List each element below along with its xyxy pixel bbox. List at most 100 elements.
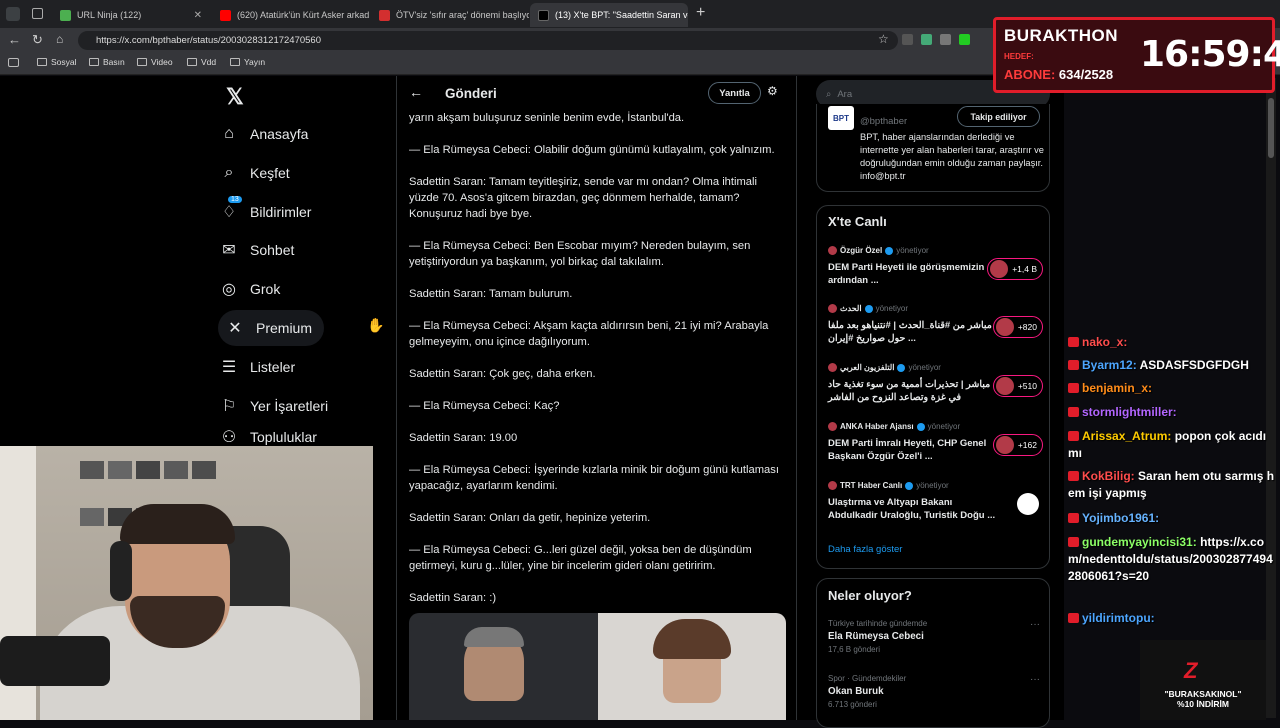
chat-username[interactable]: gundemyayincisi31: bbox=[1082, 535, 1197, 549]
profile-handle[interactable]: @bpthaber bbox=[860, 116, 907, 127]
post-line: Sadettin Saran: Çok geç, daha erken. bbox=[409, 368, 596, 380]
nav-item-messages[interactable]: ✉ Sohbet bbox=[220, 232, 294, 268]
stream-chat: nako_x: Byarm12: ASDASFSDGFDGH benjamin_x… bbox=[1064, 76, 1280, 720]
bookmark-folder-sosyal[interactable]: Sosyal bbox=[37, 57, 77, 67]
close-tab-icon[interactable]: ✕ bbox=[194, 10, 202, 21]
live-listeners-pill[interactable]: +162 bbox=[992, 434, 1043, 456]
broadcaster-avatar-icon bbox=[828, 304, 837, 313]
post-line: — Ela Rümeysa Cebeci: İşyerinde kızlarla… bbox=[409, 464, 779, 492]
trt-logo-icon[interactable] bbox=[1017, 493, 1039, 515]
chat-message: nako_x: bbox=[1068, 334, 1278, 351]
broadcaster-name: ANKA Haber Ajansı bbox=[840, 422, 914, 431]
tab-label: URL Ninja (122) bbox=[77, 10, 142, 20]
more-options-icon[interactable]: ··· bbox=[1030, 619, 1040, 630]
url-text: https://x.com/bpthaber/status/2003028312… bbox=[96, 35, 322, 46]
nav-item-explore[interactable]: ⌕ Keşfet bbox=[220, 155, 290, 191]
extensions-icons[interactable] bbox=[902, 34, 992, 46]
trend-item[interactable]: Spor · Gündemdekiler Okan Buruk 6.713 gö… bbox=[828, 674, 1042, 709]
chat-username[interactable]: Yojimbo1961: bbox=[1082, 511, 1159, 525]
nav-item-premium[interactable]: ✕ Premium bbox=[218, 310, 325, 346]
nav-label: Yer İşaretleri bbox=[250, 398, 329, 414]
x-icon: ✕ bbox=[228, 320, 242, 337]
bookmark-folder-basin[interactable]: Basın bbox=[89, 57, 125, 67]
chat-badge-icon bbox=[1068, 613, 1079, 623]
reload-icon[interactable]: ↻ bbox=[32, 32, 43, 48]
verified-badge-icon bbox=[897, 363, 906, 372]
following-button[interactable]: Takip ediliyor bbox=[957, 106, 1040, 127]
nav-item-communities[interactable]: ⚇ Topluluklar bbox=[220, 427, 317, 447]
favorite-star-icon[interactable]: ☆ bbox=[878, 32, 889, 46]
broadcaster-name: الحدث bbox=[840, 304, 862, 313]
sidebar-toggle-icon[interactable] bbox=[8, 58, 19, 67]
chat-badge-icon bbox=[1068, 360, 1079, 370]
chat-username[interactable]: Arissax_Atrum: bbox=[1082, 429, 1171, 443]
bookmark-folder-vdd[interactable]: Vdd bbox=[187, 57, 216, 67]
post-image-right[interactable] bbox=[598, 613, 786, 720]
chat-message: KokBilig: Saran hem otu sarmış hem işi y… bbox=[1068, 468, 1278, 502]
chat-username[interactable]: stormlightmiller: bbox=[1082, 405, 1177, 419]
live-item[interactable]: TRT Haber Canlı yönetiyor Ulaştırma ve Alt… bbox=[828, 481, 1043, 522]
nav-item-home[interactable]: ⌂ Anasayfa bbox=[220, 116, 308, 152]
news-favicon bbox=[379, 9, 390, 21]
nav-item-grok[interactable]: ◎ Grok bbox=[220, 271, 280, 307]
trend-count: 6.713 gönderi bbox=[828, 700, 877, 709]
live-item[interactable]: Özgür Özel yönetiyor DEM Parti Heyeti ile … bbox=[828, 246, 1043, 287]
chat-username[interactable]: KokBilig: bbox=[1082, 469, 1135, 483]
x-logo-icon[interactable]: 𝕏 bbox=[226, 84, 244, 110]
trend-item[interactable]: Türkiye tarihinde gündemde Ela Rümeysa C… bbox=[828, 619, 1042, 654]
url-field[interactable]: https://x.com/bpthaber/status/2003028312… bbox=[78, 31, 898, 50]
nav-item-bookmarks[interactable]: ⚐ Yer İşaretleri bbox=[220, 388, 328, 424]
live-item[interactable]: ANKA Haber Ajansı yönetiyor DEM Parti İmra… bbox=[828, 422, 1043, 463]
browser-tab-4-active[interactable]: (13) X'te BPT: "Saadettin Saran ve ... ✕ bbox=[530, 3, 688, 27]
chat-badge-icon bbox=[1068, 431, 1079, 441]
new-tab-icon[interactable]: + bbox=[696, 4, 705, 22]
folder-icon bbox=[89, 58, 99, 66]
live-broadcaster: Özgür Özel yönetiyor bbox=[828, 246, 1043, 255]
live-listeners-pill[interactable]: +1,4 B bbox=[987, 258, 1043, 280]
live-card: X'te Canlı Daha fazla göster Özgür Özel y… bbox=[816, 205, 1050, 569]
post-line: — Ela Rümeysa Cebeci: G...leri güzel değ… bbox=[409, 544, 752, 572]
folder-icon bbox=[137, 58, 147, 66]
nav-label: Listeler bbox=[250, 359, 296, 375]
back-arrow-icon[interactable]: ← bbox=[409, 84, 423, 100]
back-icon[interactable]: ← bbox=[8, 32, 21, 47]
post-column: ← Gönderi Yanıtla ⚙ yarın akşam buluşuru… bbox=[396, 76, 797, 720]
browser-tab-3[interactable]: ÖTV'siz 'sıfır araç' dönemi başlıyor... … bbox=[371, 3, 529, 27]
live-listeners-pill[interactable]: +820 bbox=[992, 316, 1043, 338]
browser-tab-1[interactable]: URL Ninja (122) ✕ bbox=[52, 3, 210, 27]
more-options-icon[interactable]: ··· bbox=[1030, 674, 1040, 685]
workspaces-icon[interactable] bbox=[32, 8, 43, 19]
chat-username[interactable]: nako_x: bbox=[1082, 335, 1127, 349]
nav-item-notifications[interactable]: ♢ 13 Bildirimler bbox=[220, 194, 311, 230]
home-icon[interactable]: ⌂ bbox=[56, 32, 63, 46]
chat-username[interactable]: yildirimtopu: bbox=[1082, 611, 1155, 625]
chat-username[interactable]: benjamin_x: bbox=[1082, 381, 1152, 395]
live-item[interactable]: التلفزيون العربي yönetiyor مباشر | تحذيرات… bbox=[828, 363, 1043, 404]
filter-icon[interactable]: ⚙ bbox=[767, 84, 778, 98]
chat-badge-icon bbox=[1068, 383, 1079, 393]
reply-button[interactable]: Yanıtla bbox=[708, 82, 761, 104]
trends-card: Neler oluyor? Türkiye tarihinde gündemde… bbox=[816, 578, 1050, 728]
manager-label: yönetiyor bbox=[896, 246, 929, 255]
bookmark-folder-video[interactable]: Video bbox=[137, 57, 173, 67]
stream-clock: 16:59:42 bbox=[1140, 34, 1280, 75]
browser-tab-2[interactable]: (620) Atatürk'ün Kürt Asker arkad... ✕ bbox=[212, 3, 370, 27]
tab-actions-icon[interactable] bbox=[6, 7, 20, 21]
bookmark-folder-yayin[interactable]: Yayın bbox=[230, 57, 265, 67]
show-more-link[interactable]: Daha fazla göster bbox=[828, 544, 902, 555]
nav-item-lists[interactable]: ☰ Listeler bbox=[220, 349, 295, 385]
post-image-left[interactable] bbox=[409, 613, 598, 720]
chat-username[interactable]: Byarm12: bbox=[1082, 358, 1137, 372]
post-line: — Ela Rümeysa Cebeci: Kaç? bbox=[409, 400, 560, 412]
broadcaster-avatar-icon bbox=[828, 481, 837, 490]
trend-context: Spor · Gündemdekiler bbox=[828, 674, 907, 683]
page-title: Gönderi bbox=[445, 86, 497, 101]
host-avatar-icon bbox=[990, 260, 1009, 278]
post-header: ← Gönderi Yanıtla ⚙ bbox=[397, 76, 796, 110]
broadcaster-name: Özgür Özel bbox=[840, 246, 883, 255]
live-listeners-pill[interactable]: +510 bbox=[992, 375, 1043, 397]
live-item[interactable]: الحدث yönetiyor مباشر من #قناة_الحدث | #نت… bbox=[828, 304, 1043, 345]
folder-icon bbox=[230, 58, 240, 66]
bpt-avatar[interactable]: BPT bbox=[828, 106, 854, 130]
chat-badge-icon bbox=[1068, 471, 1079, 481]
